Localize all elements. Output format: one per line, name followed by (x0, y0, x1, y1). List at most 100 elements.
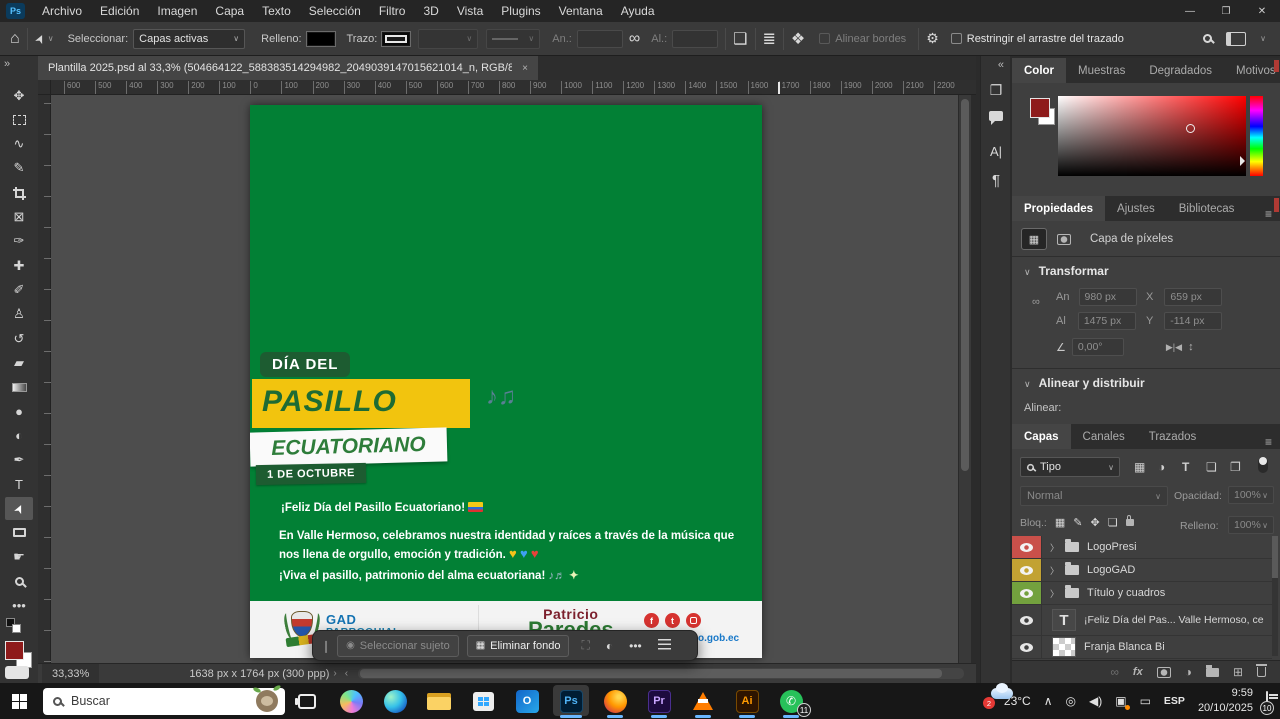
move-tool[interactable]: ✥ (5, 84, 33, 107)
layer-row[interactable]: Franja Blanca Bi (1012, 636, 1272, 659)
remove-background-button[interactable]: ▦ Eliminar fondo (467, 635, 570, 657)
tab-bibliotecas[interactable]: Bibliotecas (1167, 196, 1247, 221)
lock-artboard-icon[interactable]: ❏ (1108, 516, 1118, 529)
gradient-tool[interactable] (5, 376, 33, 399)
visibility-eye-icon[interactable] (1020, 566, 1033, 575)
outlook-button[interactable]: O (505, 683, 549, 719)
tab-canales[interactable]: Canales (1071, 424, 1137, 449)
path-arrangement-icon[interactable]: ❖ (791, 29, 805, 49)
history-brush-tool[interactable]: ↺ (5, 327, 33, 350)
tab-trazados[interactable]: Trazados (1137, 424, 1209, 449)
status-arrow-right-icon[interactable]: › (333, 668, 336, 679)
saturation-field[interactable] (1058, 96, 1246, 176)
microsoft-store-button[interactable] (461, 683, 505, 719)
stroke-swatch[interactable] (382, 32, 410, 46)
tab-capas[interactable]: Capas (1012, 424, 1071, 449)
layer-row[interactable]: 〉LogoGAD (1012, 559, 1272, 582)
vertical-scrollbar[interactable] (958, 95, 971, 663)
menu-item-ayuda[interactable]: Ayuda (612, 0, 664, 22)
lasso-tool[interactable]: ∿ (5, 133, 33, 156)
tab-color[interactable]: Color (1012, 58, 1066, 83)
brush-tool[interactable]: ✐ (5, 278, 33, 301)
eyedropper-tool[interactable]: ✑ (5, 230, 33, 253)
horizontal-scrollbar[interactable] (358, 668, 964, 679)
expand-chevron-icon[interactable]: 〉 (1050, 564, 1059, 577)
delete-layer-icon[interactable] (1257, 667, 1266, 677)
premiere-button[interactable]: Pr (637, 683, 681, 719)
menu-item-3d[interactable]: 3D (414, 0, 447, 22)
restringir-checkbox[interactable] (951, 33, 962, 44)
edge-button[interactable] (373, 683, 417, 719)
menu-item-texto[interactable]: Texto (253, 0, 300, 22)
panel-scroll-thumb[interactable] (1274, 60, 1279, 72)
start-button[interactable] (12, 694, 27, 709)
type-tool[interactable]: T (5, 473, 33, 496)
drag-handle[interactable]: ❙ (321, 639, 329, 653)
hand-tool[interactable]: ☛ (5, 546, 33, 569)
foreground-color-chip[interactable] (1030, 98, 1050, 118)
notification-center[interactable]: 10 (1266, 692, 1268, 710)
language-indicator[interactable]: ESP (1164, 695, 1185, 707)
adjust-icon[interactable]: ◐ (602, 639, 617, 653)
tray-person-icon[interactable]: ◎ (1066, 694, 1076, 708)
crop-tool[interactable] (5, 181, 33, 204)
visibility-eye-icon[interactable] (1020, 616, 1033, 625)
minimize-button[interactable]: — (1172, 0, 1208, 22)
tool-preset-chevron-icon[interactable]: ∨ (48, 34, 54, 43)
filter-smartobject-icon[interactable]: ❐ (1230, 460, 1241, 474)
visibility-eye-icon[interactable] (1020, 643, 1033, 652)
layer-row[interactable]: 〉LogoPresi (1012, 536, 1272, 559)
menu-item-vista[interactable]: Vista (448, 0, 492, 22)
document-tab[interactable]: Plantilla 2025.psd al 33,3% (504664122_5… (38, 56, 538, 80)
panel-menu-icon[interactable]: ≡ (1257, 435, 1280, 449)
panel-scroll-thumb[interactable] (1274, 198, 1279, 212)
illustrator-button[interactable]: Ai (725, 683, 769, 719)
new-group-icon[interactable] (1206, 668, 1219, 677)
network-icon[interactable]: ▭ (1140, 694, 1151, 708)
tab-propiedades[interactable]: Propiedades (1012, 196, 1105, 221)
comments-panel-icon[interactable] (981, 108, 1011, 124)
search-icon[interactable] (1203, 34, 1212, 43)
dodge-tool[interactable]: ◐ (5, 424, 33, 447)
path-selection-tool[interactable]: ➤ (5, 497, 33, 520)
close-tab-icon[interactable]: × (522, 63, 528, 74)
select-mode-dropdown[interactable]: Capas activas∨ (133, 29, 245, 49)
tab-degradados[interactable]: Degradados (1137, 58, 1224, 83)
clock[interactable]: 9:59 20/10/2025 (1198, 686, 1253, 716)
tray-expand-icon[interactable]: ∧ (1044, 694, 1053, 708)
volume-icon[interactable]: ◀) (1089, 694, 1102, 708)
menu-item-plugins[interactable]: Plugins (492, 0, 549, 22)
history-panel-icon[interactable]: ❐ (981, 82, 1011, 99)
pen-tool[interactable]: ✒ (5, 449, 33, 472)
gear-icon[interactable]: ⚙ (926, 30, 939, 47)
filter-adjustment-icon[interactable]: ◑ (1158, 460, 1165, 474)
pixel-layer-icon[interactable]: ▦ (1022, 229, 1046, 249)
firefox-button[interactable] (593, 683, 637, 719)
poster-canvas[interactable]: DÍA DEL PASILLO ♪♫ ECUATORIANO 1 DE OCTU… (250, 105, 762, 658)
properties-sliders-icon[interactable] (654, 639, 675, 653)
layer-filter-dropdown[interactable]: Tipo ∨ (1020, 457, 1120, 477)
layers-scrollbar[interactable] (1272, 536, 1278, 656)
collapse-panel-icon[interactable]: » (4, 58, 10, 70)
paragraph-panel-icon[interactable]: ¶ (981, 172, 1011, 189)
menu-item-capa[interactable]: Capa (206, 0, 253, 22)
visibility-eye-icon[interactable] (1020, 589, 1033, 598)
frame-tool[interactable]: ⊠ (5, 206, 33, 229)
tab-motivos[interactable]: Motivos (1224, 58, 1280, 83)
fill-swatch[interactable] (307, 32, 335, 46)
new-layer-icon[interactable]: ⊞ (1233, 665, 1243, 679)
mask-icon[interactable] (1052, 229, 1076, 249)
add-mask-icon[interactable] (1157, 667, 1171, 678)
menu-item-edición[interactable]: Edición (91, 0, 148, 22)
transform-section-title[interactable]: Transformar (1039, 264, 1109, 278)
tab-muestras[interactable]: Muestras (1066, 58, 1137, 83)
filter-shape-icon[interactable]: ❏ (1206, 460, 1217, 474)
align-section-title[interactable]: Alinear y distribuir (1039, 376, 1145, 390)
menu-item-selección[interactable]: Selección (300, 0, 370, 22)
character-panel-icon[interactable]: A| (981, 144, 1011, 159)
filter-image-icon[interactable]: ▦ (1134, 460, 1145, 474)
zoom-tool[interactable] (5, 570, 33, 593)
filter-toggle[interactable] (1258, 457, 1268, 473)
close-button[interactable]: ✕ (1244, 0, 1280, 22)
menu-item-ventana[interactable]: Ventana (550, 0, 612, 22)
